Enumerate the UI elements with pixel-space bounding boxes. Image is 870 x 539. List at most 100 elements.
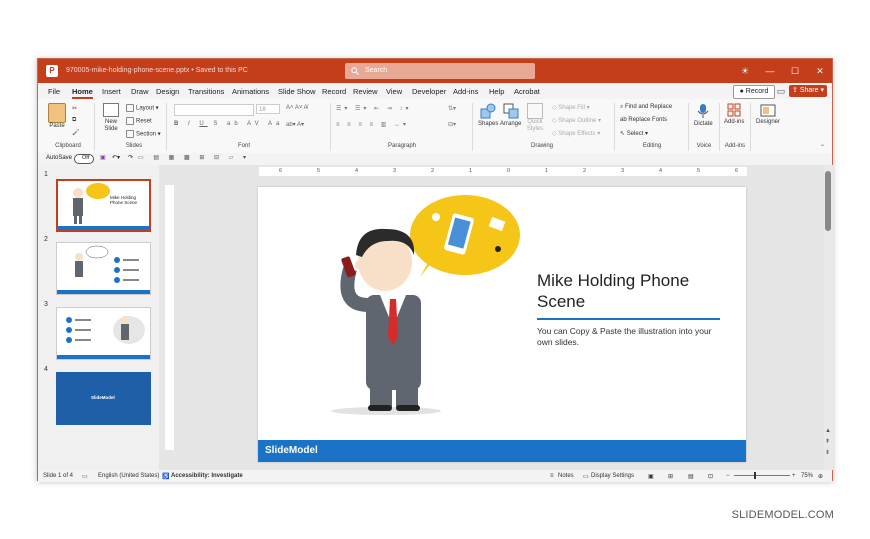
spellcheck-icon[interactable]: ▭ (82, 473, 88, 480)
lightbulb-icon[interactable]: ☀ (738, 64, 752, 78)
redo-icon[interactable]: ↷ (128, 154, 133, 161)
tab-acrobat[interactable]: Acrobat (514, 87, 540, 96)
designer-button[interactable]: Designer (756, 103, 780, 125)
font-grow-shrink-icon[interactable]: A˄ A˅ A̸ (286, 105, 308, 111)
normal-view-icon[interactable]: ▣ (648, 473, 654, 480)
paste-label: Paste (49, 123, 65, 129)
thumb-title: Mike Holding Phone Scene (110, 195, 138, 205)
notes-button[interactable]: Notes (558, 473, 574, 479)
vertical-ruler[interactable] (165, 185, 174, 450)
search-box[interactable]: Search (345, 63, 535, 79)
tab-home[interactable]: Home (72, 87, 93, 99)
thumb-number: 3 (44, 301, 48, 308)
ruler-number: 4 (355, 168, 359, 174)
tab-add-ins[interactable]: Add-ins (453, 87, 478, 96)
highlight-font-color-icon[interactable]: ab▾ A▾ (286, 121, 304, 128)
new-slide-icon (103, 103, 119, 117)
record-button[interactable]: ● Record (733, 85, 775, 99)
slide-thumbnail-3[interactable] (56, 307, 151, 360)
shape-outline-button[interactable]: ◇ Shape Outline ▾ (552, 117, 601, 124)
cut-icon[interactable]: ✂ (72, 105, 77, 112)
shapes-button[interactable]: Shapes (478, 103, 498, 127)
slide-body-text[interactable]: You can Copy & Paste the illustration in… (537, 326, 722, 348)
zoom-level[interactable]: 75% (801, 473, 813, 479)
tab-slide-show[interactable]: Slide Show (278, 87, 316, 96)
scroll-up-icon[interactable]: ▲ (825, 428, 831, 434)
collapse-ribbon-icon[interactable]: ⌄ (820, 141, 825, 148)
replace-fonts-button[interactable]: ab Replace Fonts (620, 117, 667, 123)
tab-review[interactable]: Review (353, 87, 378, 96)
fit-to-window-icon[interactable]: ⊕ (818, 473, 823, 480)
font-style-buttons[interactable]: B I U S ab AV Aa (174, 121, 283, 127)
quick-styles-button[interactable]: Quick Styles (526, 103, 544, 133)
select-button[interactable]: ↖ Select ▾ (620, 130, 648, 137)
cursor-icon: ↖ (620, 131, 626, 137)
reading-view-icon[interactable]: ▤ (688, 473, 694, 480)
copy-icon[interactable]: ⧉ (72, 117, 76, 124)
vertical-scrollbar[interactable]: ▲ ⇞ ⇟ (824, 165, 833, 470)
tab-view[interactable]: View (386, 87, 402, 96)
horizontal-ruler[interactable]: 6 5 4 3 2 1 0 1 2 3 4 5 6 (259, 167, 747, 176)
undo-icon[interactable]: ↶▾ (112, 154, 120, 161)
tab-file[interactable]: File (48, 87, 60, 96)
alignment-buttons[interactable]: ≡ ≡ ≡ ≡ ▥ ↔▾ (336, 121, 409, 128)
tab-animations[interactable]: Animations (232, 87, 269, 96)
language-indicator[interactable]: English (United States) (98, 473, 159, 479)
find-replace-button[interactable]: ⌕ Find and Replace (620, 104, 672, 111)
mike-phone-illustration[interactable] (258, 187, 746, 462)
ruler-number: 3 (621, 168, 625, 174)
prev-slide-icon[interactable]: ⇞ (825, 438, 830, 445)
zoom-in-icon[interactable]: + (792, 473, 796, 479)
scrollbar-thumb[interactable] (825, 171, 831, 231)
qat-extra-icons[interactable]: ▭ ▤ ▦ ▩ ⊞ ⊟ ▱ ▾ (138, 154, 250, 161)
close-button[interactable]: ✕ (813, 64, 827, 78)
status-bar: Slide 1 of 4 ▭ English (United States) ♿… (38, 470, 832, 482)
zoom-out-icon[interactable]: − (726, 473, 730, 479)
thumb-illustration (66, 316, 145, 344)
align-text-icon[interactable]: ⊟▾ (448, 121, 456, 128)
tab-developer[interactable]: Developer (412, 87, 446, 96)
slide-thumbnail-4[interactable]: SlideModel (56, 372, 151, 425)
arrange-button[interactable]: Arrange (500, 103, 521, 127)
section-button[interactable]: Section ▾ (126, 130, 161, 138)
minimize-button[interactable]: — (763, 64, 777, 78)
shape-effects-button[interactable]: ◇ Shape Effects ▾ (552, 130, 600, 137)
tab-draw[interactable]: Draw (131, 87, 149, 96)
display-settings-button[interactable]: Display Settings (591, 473, 634, 479)
next-slide-icon[interactable]: ⇟ (825, 449, 830, 456)
shapes-icon (480, 103, 496, 119)
accessibility-status[interactable]: Accessibility: Investigate (171, 473, 243, 479)
text-direction-icon[interactable]: ⇅▾ (448, 105, 456, 112)
voice-group-label: Voice (696, 143, 712, 149)
maximize-button[interactable]: ☐ (788, 64, 802, 78)
share-button[interactable]: ⇪ Share ▾ (789, 85, 827, 97)
tab-insert[interactable]: Insert (102, 87, 121, 96)
dictate-button[interactable]: Dictate (694, 103, 713, 127)
new-slide-button[interactable]: New Slide (100, 103, 122, 133)
slide-thumbnail-1[interactable]: Mike Holding Phone Scene (56, 179, 151, 232)
font-name-field[interactable] (174, 104, 254, 116)
tab-design[interactable]: Design (156, 87, 179, 96)
tab-help[interactable]: Help (489, 87, 504, 96)
list-buttons[interactable]: ☰▾ ☰▾ ⇤ ⇥ ↕▾ (336, 105, 412, 112)
reset-button[interactable]: Reset (126, 117, 152, 125)
slide-canvas[interactable]: Mike Holding Phone Scene You can Copy & … (258, 187, 746, 462)
record-label: Record (745, 88, 769, 95)
comments-icon[interactable]: ▭ (774, 84, 788, 98)
font-size-field[interactable]: 18 (256, 104, 280, 114)
tab-record[interactable]: Record (322, 87, 346, 96)
format-painter-icon[interactable]: 🖌 (72, 129, 80, 136)
tab-transitions[interactable]: Transitions (188, 87, 224, 96)
slide-title[interactable]: Mike Holding Phone Scene (537, 270, 727, 312)
autosave-state: Off (82, 155, 90, 161)
slideshow-icon[interactable]: ⊡ (708, 473, 713, 480)
slide-sorter-icon[interactable]: ⊞ (668, 473, 673, 480)
save-icon[interactable]: ▣ (100, 154, 106, 161)
zoom-slider-thumb[interactable] (754, 472, 756, 479)
zoom-slider[interactable] (734, 475, 790, 476)
add-ins-button[interactable]: Add-ins (724, 103, 744, 125)
layout-button[interactable]: Layout ▾ (126, 104, 159, 112)
shape-fill-button[interactable]: ◇ Shape Fill ▾ (552, 104, 590, 111)
paste-button[interactable]: Paste (48, 103, 66, 129)
slide-thumbnail-2[interactable] (56, 242, 151, 295)
